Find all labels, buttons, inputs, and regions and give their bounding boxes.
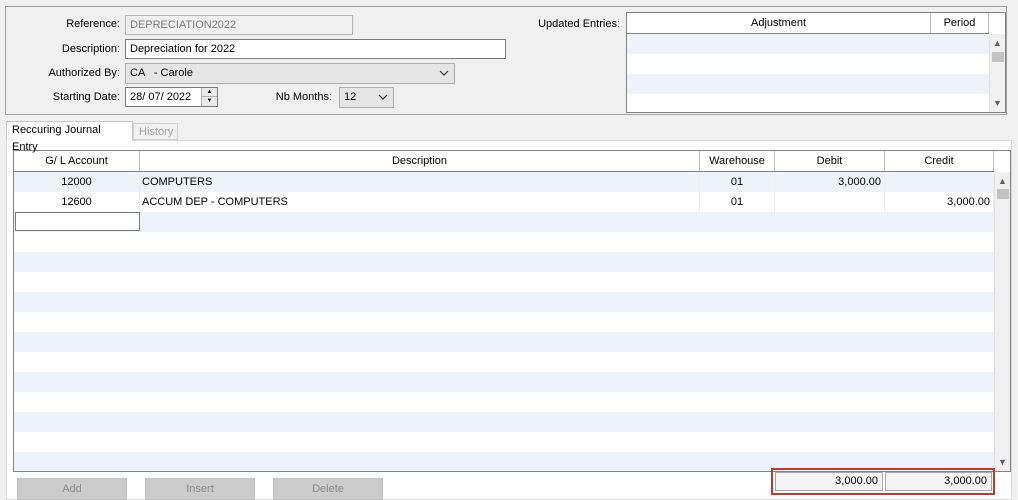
nb-months-value: 12 <box>344 91 357 103</box>
totals-highlight <box>771 468 995 495</box>
journal-grid-header: G/ L Account Description Warehouse Debit… <box>14 151 994 172</box>
column-header-credit[interactable]: Credit <box>885 151 994 171</box>
cell-credit[interactable] <box>885 172 994 192</box>
description-label: Description: <box>61 43 120 55</box>
spin-down-icon[interactable]: ▼ <box>202 97 217 106</box>
table-row[interactable] <box>627 74 989 94</box>
spin-up-icon[interactable]: ▲ <box>202 88 217 97</box>
updated-entries-header: Adjustment Period <box>627 13 989 34</box>
table-row[interactable] <box>14 312 994 332</box>
nb-months-select[interactable]: 12 <box>339 87 394 108</box>
column-header-warehouse[interactable]: Warehouse <box>700 151 775 171</box>
starting-date-field[interactable]: 28/ 07/ 2022 ▲ ▼ <box>125 87 218 107</box>
chevron-down-icon <box>378 94 388 100</box>
scroll-down-icon[interactable]: ▼ <box>995 455 1010 469</box>
insert-button[interactable]: Insert <box>145 478 255 500</box>
table-row[interactable] <box>14 392 994 412</box>
description-field[interactable]: Depreciation for 2022 <box>125 39 506 59</box>
table-row[interactable] <box>14 412 994 432</box>
scroll-down-icon[interactable]: ▼ <box>990 96 1005 110</box>
table-row[interactable] <box>14 272 994 292</box>
table-row[interactable] <box>14 232 994 252</box>
table-row[interactable]: 12600 ACCUM DEP - COMPUTERS 01 3,000.00 <box>14 192 994 212</box>
tab-history[interactable]: History <box>133 123 178 140</box>
column-header-description[interactable]: Description <box>140 151 700 171</box>
journal-grid-scrollbar[interactable]: ▲ ▼ <box>994 172 1010 471</box>
cell-warehouse[interactable]: 01 <box>700 172 775 192</box>
cell-description[interactable]: COMPUTERS <box>140 172 700 192</box>
tab-recurring-journal-entry[interactable]: Reccuring Journal Entry <box>6 121 133 153</box>
authorized-by-label: Authorized By: <box>48 67 120 79</box>
updated-entries-label: Updated Entries: <box>538 18 620 30</box>
authorized-by-select[interactable]: CA - Carole <box>125 63 455 84</box>
cell-warehouse[interactable]: 01 <box>700 192 775 212</box>
delete-button[interactable]: Delete <box>273 478 383 500</box>
updated-entries-grid[interactable]: Adjustment Period ▲ ▼ <box>626 12 1006 113</box>
nb-months-label: Nb Months: <box>275 91 332 103</box>
table-row[interactable] <box>627 54 989 74</box>
scroll-thumb[interactable] <box>992 52 1004 62</box>
journal-entry-grid[interactable]: G/ L Account Description Warehouse Debit… <box>13 150 1011 472</box>
scroll-thumb[interactable] <box>997 189 1009 199</box>
table-row[interactable] <box>627 34 989 54</box>
table-row[interactable] <box>14 372 994 392</box>
table-row[interactable] <box>14 212 994 232</box>
scroll-up-icon[interactable]: ▲ <box>995 174 1010 188</box>
authorized-by-value: CA - Carole <box>130 67 193 79</box>
reference-label: Reference: <box>66 18 120 30</box>
table-row[interactable] <box>14 432 994 452</box>
cell-description[interactable]: ACCUM DEP - COMPUTERS <box>140 192 700 212</box>
table-row[interactable] <box>14 332 994 352</box>
reference-field[interactable]: DEPRECIATION2022 <box>125 15 353 35</box>
table-row[interactable] <box>14 292 994 312</box>
cell-gl-account[interactable]: 12000 <box>14 172 140 192</box>
chevron-down-icon <box>439 70 449 76</box>
updated-entries-scrollbar[interactable]: ▲ ▼ <box>989 34 1005 112</box>
date-spinner[interactable]: ▲ ▼ <box>201 88 217 106</box>
cell-credit[interactable]: 3,000.00 <box>885 192 994 212</box>
starting-date-label: Starting Date: <box>52 91 120 103</box>
cell-debit[interactable] <box>775 192 885 212</box>
table-row[interactable] <box>14 352 994 372</box>
table-row[interactable]: 12000 COMPUTERS 01 3,000.00 <box>14 172 994 192</box>
column-header-period[interactable]: Period <box>931 13 989 33</box>
gl-account-edit-cell[interactable] <box>15 212 140 231</box>
starting-date-value: 28/ 07/ 2022 <box>130 91 192 103</box>
column-header-debit[interactable]: Debit <box>775 151 885 171</box>
table-row[interactable] <box>627 94 989 114</box>
add-button[interactable]: Add <box>17 478 127 500</box>
scroll-up-icon[interactable]: ▲ <box>990 36 1005 50</box>
cell-gl-account[interactable]: 12600 <box>14 192 140 212</box>
column-header-adjustment[interactable]: Adjustment <box>627 13 931 33</box>
cell-debit[interactable]: 3,000.00 <box>775 172 885 192</box>
table-row[interactable] <box>14 252 994 272</box>
